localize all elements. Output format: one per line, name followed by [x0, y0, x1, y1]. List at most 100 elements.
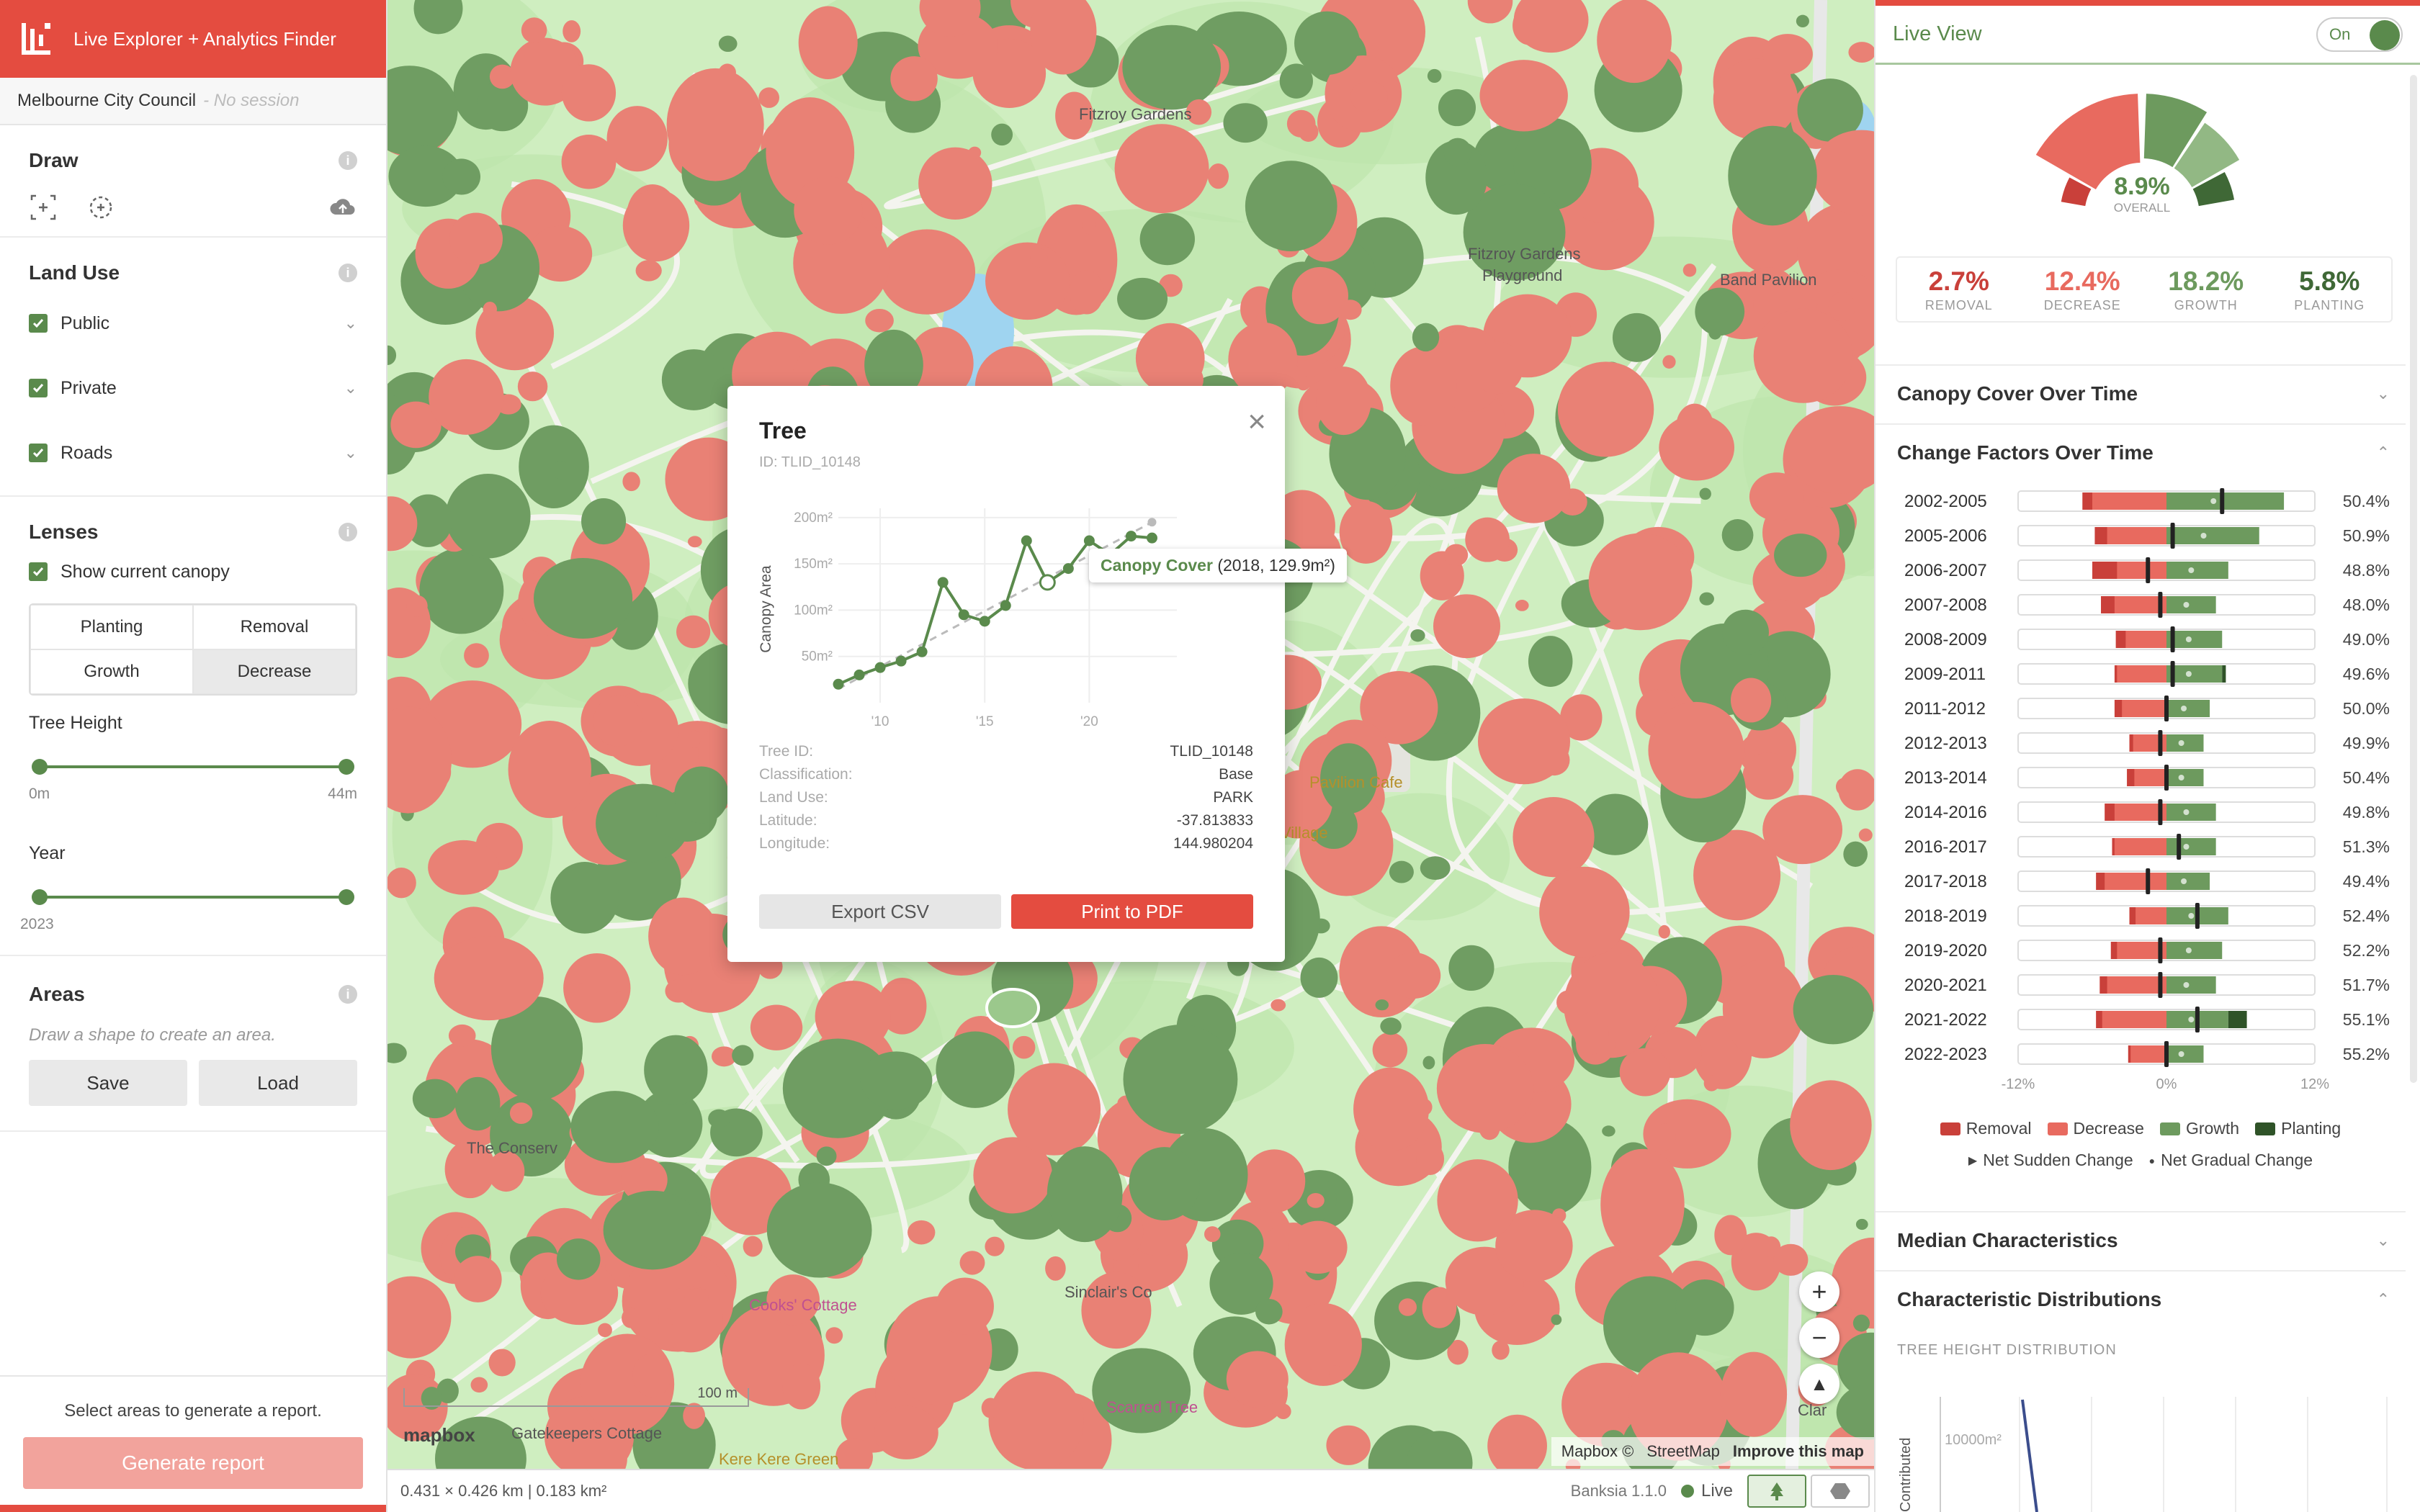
hexagon-mode-button[interactable]	[1811, 1475, 1870, 1508]
tree-height-label: Tree Height	[29, 713, 122, 733]
row-value: 48.0%	[2343, 595, 2390, 614]
chevron-down-icon[interactable]: ⌄	[344, 379, 357, 397]
bar-growth	[2166, 734, 2204, 752]
tree-canopy	[1762, 34, 1813, 75]
cloud-upload-icon[interactable]	[328, 193, 357, 222]
panel-scrollbar[interactable]	[2410, 75, 2417, 1083]
info-icon[interactable]: i	[339, 264, 357, 282]
slider-handle-min[interactable]	[32, 889, 48, 905]
bar-decrease	[2117, 562, 2166, 579]
stat-decrease: 12.4% DECREASE	[2043, 266, 2121, 312]
export-csv-button[interactable]: Export CSV	[759, 894, 1001, 929]
tree-icon	[1770, 1482, 1783, 1500]
bar-growth	[2166, 769, 2204, 786]
tree-mode-button[interactable]	[1747, 1475, 1806, 1508]
change-factors-section[interactable]: Change Factors Over Time ⌃	[1876, 423, 2406, 481]
tree-canopy	[1443, 138, 1472, 167]
tree-canopy	[1749, 472, 1804, 521]
lens-growth-button[interactable]: Growth	[30, 649, 193, 694]
row-value: 55.1%	[2343, 1010, 2390, 1029]
tree-canopy	[1659, 415, 1735, 481]
row-label: 2012-2013	[1904, 734, 1987, 753]
save-button[interactable]: Save	[29, 1060, 187, 1106]
tree-canopy	[1420, 856, 1451, 881]
slider-handle-max[interactable]	[339, 759, 354, 775]
tree-canopy	[718, 35, 738, 53]
tree-canopy	[1858, 828, 1873, 842]
tree-canopy	[1326, 1425, 1371, 1465]
checkbox-checked-icon[interactable]	[29, 314, 48, 333]
chevron-down-icon[interactable]: ⌄	[344, 444, 357, 462]
lens-planting-button[interactable]: Planting	[30, 605, 193, 649]
zoom-out-button[interactable]: −	[1799, 1318, 1839, 1358]
chevron-up-icon[interactable]: ⌃	[2377, 1290, 2390, 1309]
checkbox-checked-icon[interactable]	[29, 444, 48, 462]
net-gradual-marker	[2178, 740, 2184, 746]
print-pdf-button[interactable]: Print to PDF	[1011, 894, 1253, 929]
lasso-select-icon[interactable]	[86, 193, 115, 222]
tree-canopy	[1329, 1365, 1343, 1382]
chevron-down-icon[interactable]: ⌄	[2377, 384, 2390, 403]
tree-canopy	[879, 229, 976, 315]
chevron-up-icon[interactable]: ⌃	[2377, 444, 2390, 462]
tree-canopy	[1437, 1159, 1518, 1242]
row-value: 49.8%	[2343, 803, 2390, 822]
zoom-in-button[interactable]: +	[1799, 1272, 1839, 1312]
canopy-cover-section[interactable]: Canopy Cover Over Time ⌄	[1876, 364, 2406, 422]
change-factors-chart[interactable]: 2002-2005 50.4% 2005-2006 50.9% 2006-2007 48.…	[1876, 480, 2406, 1113]
characteristic-distributions-section[interactable]: Characteristic Distributions ⌃	[1876, 1270, 2406, 1328]
canopy-area-chart[interactable]: 50m² 100m² 150m² 200m² '10 '15 '20 Canopy Area	[759, 487, 1263, 732]
tree-height-slider[interactable]	[29, 752, 357, 781]
y-axis-label: Contributed	[1898, 1438, 1914, 1512]
year-slider[interactable]	[29, 883, 357, 912]
show-canopy-toggle[interactable]: Show current canopy	[29, 550, 357, 593]
rectangle-select-icon[interactable]	[29, 193, 58, 222]
info-icon[interactable]: i	[339, 151, 357, 170]
improve-map-link[interactable]: Improve this map	[1733, 1442, 1864, 1461]
checkbox-checked-icon[interactable]	[29, 562, 48, 581]
tree-canopy	[665, 979, 692, 1003]
row-value: 55.2%	[2343, 1045, 2390, 1063]
tree-canopy	[1299, 359, 1322, 377]
land-use-roads[interactable]: Roads ⌄	[29, 420, 357, 485]
compass-icon[interactable]: ▲	[1799, 1364, 1839, 1404]
info-icon[interactable]: i	[339, 523, 357, 541]
row-label: 2019-2020	[1904, 941, 1987, 960]
net-change-marker	[2146, 557, 2151, 583]
tree-canopy	[387, 867, 416, 899]
live-toggle[interactable]: On	[2316, 17, 2403, 52]
load-button[interactable]: Load	[199, 1060, 357, 1106]
checkbox-checked-icon[interactable]	[29, 379, 48, 397]
chevron-down-icon[interactable]: ⌄	[344, 314, 357, 333]
attribution-mapbox[interactable]: Mapbox ©	[1561, 1442, 1634, 1461]
tree-canopy	[550, 461, 570, 480]
net-gradual-marker	[2183, 844, 2190, 850]
bar-planting	[2222, 665, 2226, 683]
tree-canopy	[1243, 1149, 1306, 1213]
land-use-private[interactable]: Private ⌄	[29, 356, 357, 420]
chevron-down-icon[interactable]: ⌄	[2377, 1231, 2390, 1250]
bar-growth	[2166, 976, 2216, 994]
median-characteristics-section[interactable]: Median Characteristics ⌄	[1876, 1211, 2406, 1269]
close-icon[interactable]: ×	[1247, 406, 1266, 438]
tree-canopy	[1422, 1056, 1435, 1070]
tree-canopy	[1648, 701, 1744, 799]
info-icon[interactable]: i	[339, 985, 357, 1004]
org-bar[interactable]: Melbourne City Council - No session	[0, 78, 386, 125]
x-tick-label: '20	[1080, 714, 1098, 729]
left-panel: Live Explorer + Analytics Finder Melbour…	[0, 0, 387, 1512]
app-title: Live Explorer + Analytics Finder	[73, 27, 336, 50]
slider-handle-max[interactable]	[339, 889, 354, 905]
net-change-marker	[2170, 523, 2175, 549]
row-value: 51.3%	[2343, 837, 2390, 856]
tree-canopy	[1448, 945, 1494, 991]
land-use-public[interactable]: Public ⌄	[29, 291, 357, 356]
slider-handle-min[interactable]	[32, 759, 48, 775]
lens-removal-button[interactable]: Removal	[193, 605, 356, 649]
lens-decrease-button[interactable]: Decrease	[193, 649, 356, 694]
attribution-osm[interactable]: StreetMap	[1646, 1442, 1720, 1461]
bar-decrease	[2125, 631, 2166, 648]
generate-report-button[interactable]: Generate report	[23, 1437, 363, 1489]
stat-removal: 2.7% REMOVAL	[1924, 266, 1993, 312]
tree-canopy	[644, 1035, 708, 1105]
